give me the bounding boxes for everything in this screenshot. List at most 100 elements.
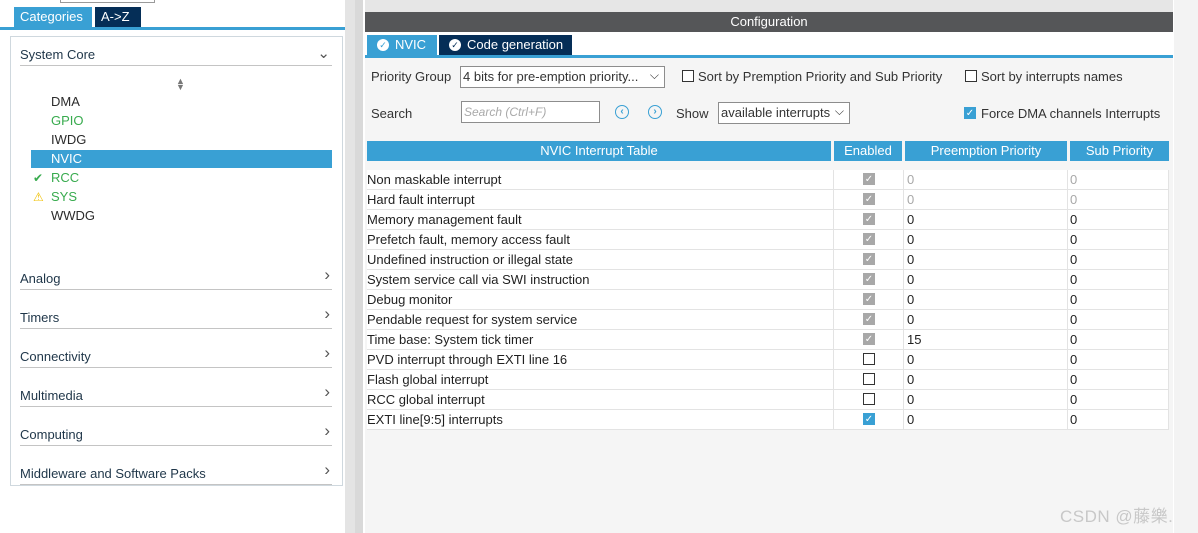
column-header-interrupt-table[interactable]: NVIC Interrupt Table xyxy=(367,141,831,161)
table-row[interactable]: RCC global interrupt 0 0 xyxy=(367,390,1169,410)
sidebar-item-nvic[interactable]: NVIC xyxy=(31,150,332,168)
sidebar-item-dma[interactable]: DMA xyxy=(31,93,332,111)
preemption-priority-cell[interactable]: 0 xyxy=(903,390,1067,409)
category-label: Timers xyxy=(20,310,60,325)
chevron-right-icon: › xyxy=(324,460,330,479)
preemption-priority-cell[interactable]: 0 xyxy=(903,350,1067,369)
tab-a-z[interactable]: A->Z xyxy=(95,7,141,27)
right-scrollbar[interactable] xyxy=(1174,0,1198,533)
column-header-sub-priority[interactable]: Sub Priority xyxy=(1070,141,1169,161)
search-input[interactable]: Search (Ctrl+F) xyxy=(461,101,600,123)
sub-priority-cell[interactable]: 0 xyxy=(1067,170,1169,189)
panel-splitter[interactable] xyxy=(355,0,363,533)
sub-priority-cell[interactable]: 0 xyxy=(1067,310,1169,329)
sidebar-item-rcc[interactable]: ✔ RCC xyxy=(31,169,332,187)
chevron-down-icon: ⌵ xyxy=(649,68,659,82)
preemption-priority-cell[interactable]: 0 xyxy=(903,410,1067,429)
table-row[interactable]: Flash global interrupt 0 0 xyxy=(367,370,1169,390)
sub-priority-cell[interactable]: 0 xyxy=(1067,390,1169,409)
category-system-core[interactable]: System Core ⌄ xyxy=(20,44,332,66)
table-row[interactable]: System service call via SWI instruction ✓… xyxy=(367,270,1169,290)
left-scrollbar[interactable] xyxy=(345,0,355,533)
sub-priority-cell[interactable]: 0 xyxy=(1067,210,1169,229)
table-row[interactable]: Non maskable interrupt ✓ 0 0 xyxy=(367,170,1169,190)
tab-code-generation[interactable]: ✓ Code generation xyxy=(439,35,572,55)
enabled-checkbox[interactable] xyxy=(863,393,875,405)
enabled-cell: ✓ xyxy=(833,410,903,429)
enabled-checkbox[interactable] xyxy=(863,373,875,385)
enabled-cell: ✓ xyxy=(833,290,903,309)
sort-names-checkbox[interactable] xyxy=(965,70,977,82)
check-icon: ✔ xyxy=(33,171,44,185)
sub-priority-cell[interactable]: 0 xyxy=(1067,190,1169,209)
sub-priority-cell[interactable]: 0 xyxy=(1067,290,1169,309)
table-row[interactable]: Undefined instruction or illegal state ✓ 0… xyxy=(367,250,1169,270)
enabled-checkbox: ✓ xyxy=(863,213,875,225)
category-timers[interactable]: Timers › xyxy=(20,304,332,329)
preemption-priority-cell[interactable]: 15 xyxy=(903,330,1067,349)
column-header-enabled[interactable]: Enabled xyxy=(834,141,902,161)
tab-nvic[interactable]: ✓ NVIC xyxy=(367,35,437,55)
enabled-checkbox: ✓ xyxy=(863,193,875,205)
enabled-cell: ✓ xyxy=(833,270,903,289)
sort-names-label: Sort by interrupts names xyxy=(981,69,1123,84)
sub-priority-cell[interactable]: 0 xyxy=(1067,410,1169,429)
enabled-checkbox: ✓ xyxy=(863,233,875,245)
sidebar-item-iwdg[interactable]: IWDG xyxy=(31,131,332,149)
show-label: Show xyxy=(676,106,709,121)
preemption-priority-cell[interactable]: 0 xyxy=(903,310,1067,329)
sub-priority-cell[interactable]: 0 xyxy=(1067,270,1169,289)
table-row[interactable]: EXTI line[9:5] interrupts ✓ 0 0 xyxy=(367,410,1169,430)
table-row[interactable]: Time base: System tick timer ✓ 15 0 xyxy=(367,330,1169,350)
enabled-checkbox[interactable]: ✓ xyxy=(863,413,875,425)
priority-group-select[interactable]: 4 bits for pre-emption priority... ⌵ xyxy=(460,66,665,88)
preemption-priority-cell[interactable]: 0 xyxy=(903,170,1067,189)
sidebar-item-sys[interactable]: ⚠ SYS xyxy=(31,188,332,206)
category-label: Connectivity xyxy=(20,349,91,364)
sub-priority-cell[interactable]: 0 xyxy=(1067,250,1169,269)
category-analog[interactable]: Analog › xyxy=(20,265,332,290)
sort-preemption-checkbox[interactable] xyxy=(682,70,694,82)
table-row[interactable]: Prefetch fault, memory access fault ✓ 0 0 xyxy=(367,230,1169,250)
interrupt-name: EXTI line[9:5] interrupts xyxy=(367,412,503,427)
sidebar-item-label: RCC xyxy=(51,170,80,185)
sub-priority-cell[interactable]: 0 xyxy=(1067,370,1169,389)
sub-priority-cell[interactable]: 0 xyxy=(1067,330,1169,349)
search-previous-icon[interactable]: ‹ xyxy=(615,105,629,119)
preemption-priority-cell[interactable]: 0 xyxy=(903,230,1067,249)
enabled-cell: ✓ xyxy=(833,250,903,269)
sidebar-item-gpio[interactable]: GPIO xyxy=(31,112,332,130)
sidebar-item-label: WWDG xyxy=(51,208,96,223)
enabled-cell: ✓ xyxy=(833,310,903,329)
table-row[interactable]: Pendable request for system service ✓ 0 0 xyxy=(367,310,1169,330)
search-next-icon[interactable]: › xyxy=(648,105,662,119)
force-dma-checkbox[interactable]: ✓ xyxy=(964,107,976,119)
table-row[interactable]: Hard fault interrupt ✓ 0 0 xyxy=(367,190,1169,210)
preemption-priority-cell[interactable]: 0 xyxy=(903,210,1067,229)
interrupt-name: Memory management fault xyxy=(367,212,522,227)
sidebar-item-label: GPIO xyxy=(51,113,84,128)
table-row[interactable]: Memory management fault ✓ 0 0 xyxy=(367,210,1169,230)
category-multimedia[interactable]: Multimedia › xyxy=(20,382,332,407)
category-computing[interactable]: Computing › xyxy=(20,421,332,446)
category-middleware-and-software-packs[interactable]: Middleware and Software Packs › xyxy=(20,460,332,485)
force-dma-label: Force DMA channels Interrupts xyxy=(981,106,1161,121)
show-select[interactable]: available interrupts ⌵ xyxy=(718,102,850,124)
preemption-priority-cell[interactable]: 0 xyxy=(903,270,1067,289)
table-row[interactable]: PVD interrupt through EXTI line 16 0 0 xyxy=(367,350,1169,370)
preemption-priority-cell[interactable]: 0 xyxy=(903,250,1067,269)
sub-priority-cell[interactable]: 0 xyxy=(1067,350,1169,369)
tab-categories[interactable]: Categories xyxy=(14,7,92,27)
sub-priority-cell[interactable]: 0 xyxy=(1067,230,1169,249)
preemption-priority-cell[interactable]: 0 xyxy=(903,370,1067,389)
sort-arrows-icon[interactable]: ▲ ▼ xyxy=(176,77,185,92)
interrupt-name: Pendable request for system service xyxy=(367,312,578,327)
preemption-priority-cell[interactable]: 0 xyxy=(903,290,1067,309)
table-row[interactable]: Debug monitor ✓ 0 0 xyxy=(367,290,1169,310)
category-connectivity[interactable]: Connectivity › xyxy=(20,343,332,368)
preemption-priority-cell[interactable]: 0 xyxy=(903,190,1067,209)
enabled-checkbox[interactable] xyxy=(863,353,875,365)
sidebar-item-wwdg[interactable]: WWDG xyxy=(31,207,332,225)
enabled-cell xyxy=(833,370,903,389)
column-header-preemption-priority[interactable]: Preemption Priority xyxy=(905,141,1067,161)
